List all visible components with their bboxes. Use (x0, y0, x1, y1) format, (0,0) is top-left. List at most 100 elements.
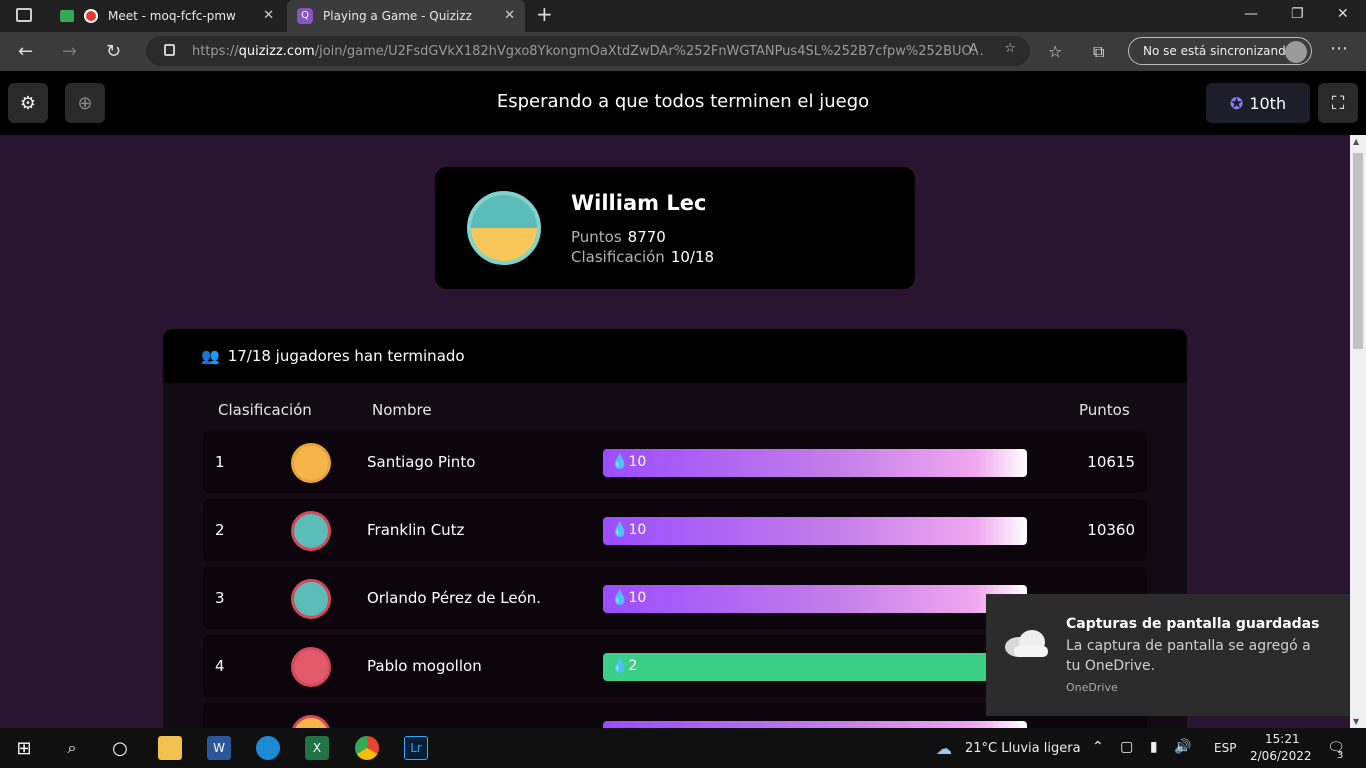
row-avatar (291, 443, 331, 483)
row-name: Franklin Cutz (367, 521, 465, 539)
column-rank: Clasificación (218, 401, 312, 419)
notifications-icon[interactable]: 🗨 (1324, 736, 1348, 760)
file-explorer-icon[interactable] (158, 736, 182, 760)
profile-avatar-icon (1285, 41, 1307, 63)
streak-bar-fill (603, 585, 1027, 613)
address-bar[interactable]: https://quizizz.com/join/game/U2FsdGVkX1… (146, 36, 1030, 66)
points-label: Puntos (571, 228, 622, 246)
edge-icon[interactable] (256, 736, 280, 760)
task-view-icon[interactable]: ○ (108, 736, 132, 760)
onedrive-cloud-icon (1005, 630, 1048, 657)
streak-bar-fill (603, 517, 1027, 545)
finished-count: 17/18 jugadores han terminado (227, 347, 465, 365)
recording-icon (84, 9, 98, 23)
minimize-button[interactable]: — (1244, 6, 1258, 22)
points-value: 8770 (627, 228, 666, 246)
row-rank: 4 (215, 657, 225, 675)
row-avatar (291, 579, 331, 619)
add-favorite-icon[interactable]: ☆ (1004, 41, 1016, 56)
notification-title: Capturas de pantalla guardadas (1066, 616, 1320, 632)
player-points: Puntos 8770 (571, 228, 666, 246)
reload-button[interactable]: ↻ (106, 41, 121, 62)
close-tab-icon[interactable]: ✕ (263, 8, 274, 23)
streak-bar: 💧10 (603, 449, 1027, 477)
tab-label: Playing a Game - Quizizz (323, 9, 472, 23)
row-name: Santiago Pinto (367, 453, 476, 471)
row-rank: 1 (215, 453, 225, 471)
menu-icon[interactable]: ⋯ (1330, 38, 1348, 59)
favorites-icon[interactable]: ☆ (1048, 42, 1062, 61)
read-aloud-icon[interactable]: A (969, 42, 978, 57)
lightroom-icon[interactable]: Lr (404, 736, 428, 760)
column-points: Puntos (1079, 401, 1130, 419)
medal-icon: ✪ (1229, 93, 1244, 113)
rank-badge: ✪ 10th (1206, 83, 1310, 123)
close-tab-icon[interactable]: ✕ (504, 8, 515, 23)
tab-meet[interactable]: Meet - moq-fcfc-pmw ✕ (50, 0, 284, 32)
row-avatar (291, 715, 331, 728)
search-icon[interactable]: ⌕ (60, 736, 84, 760)
browser-tab-bar: Meet - moq-fcfc-pmw ✕ Q Playing a Game -… (0, 0, 1366, 32)
streak-label: 💧10 (611, 590, 647, 606)
url-domain: quizizz.com (238, 43, 315, 59)
scrollbar-thumb[interactable] (1353, 153, 1363, 349)
game-header: ⚙ ⊕ Esperando a que todos terminen el ju… (0, 71, 1366, 135)
streak-bar-fill (603, 449, 1027, 477)
leaderboard-row: 2 Franklin Cutz 💧10 10360 (203, 499, 1147, 561)
windows-start-icon[interactable]: ⊞ (12, 736, 36, 760)
rank-value: 10/18 (670, 248, 715, 266)
sync-label: No se está sincronizando (1143, 44, 1294, 58)
profile-sync-button[interactable]: No se está sincronizando (1128, 37, 1312, 65)
streak-bar-fill (603, 721, 1027, 728)
language-indicator[interactable]: ESP (1214, 741, 1236, 755)
scroll-down-icon[interactable]: ▼ (1353, 717, 1359, 726)
player-name: William Lec (571, 191, 707, 215)
collections-icon[interactable]: ⧉ (1093, 42, 1104, 62)
system-tray-icons[interactable]: ⌃ ▢ ▮ 🔊 (1092, 739, 1197, 755)
row-name: Orlando Pérez de León. (367, 589, 542, 607)
rank-badge-label: 10th (1249, 93, 1287, 113)
onedrive-notification[interactable]: Capturas de pantalla guardadas La captur… (986, 594, 1350, 716)
url-prefix: https:// (192, 43, 239, 59)
clock-time[interactable]: 15:21 (1265, 732, 1300, 746)
tab-actions-icon[interactable] (16, 8, 32, 22)
player-rank: Clasificación 10/18 (571, 248, 714, 266)
quizizz-icon: Q (297, 8, 313, 24)
row-points: 10360 (1087, 521, 1135, 539)
streak-bar: 💧10 (603, 517, 1027, 545)
row-rank: 3 (215, 589, 225, 607)
leaderboard-row: 1 Santiago Pinto 💧10 10615 (203, 431, 1147, 493)
leaderboard-header: 👥 17/18 jugadores han terminado (163, 329, 1187, 383)
row-rank: 2 (215, 521, 225, 539)
meet-icon (60, 10, 74, 22)
tab-label: Meet - moq-fcfc-pmw (108, 9, 236, 23)
streak-bar (603, 721, 1027, 728)
windows-taskbar: ⊞ ⌕ ○ W X Lr ☁ 21°C Lluvia ligera ⌃ ▢ ▮ … (0, 728, 1366, 768)
notification-source: OneDrive (1066, 681, 1118, 694)
streak-bar-fill (603, 653, 1027, 681)
row-points: 10615 (1087, 453, 1135, 471)
restore-button[interactable]: ❐ (1291, 6, 1304, 22)
notification-count: 3 (1337, 750, 1344, 761)
lock-icon (164, 44, 175, 56)
scroll-up-icon[interactable]: ▲ (1353, 137, 1359, 146)
tab-quizizz[interactable]: Q Playing a Game - Quizizz ✕ (287, 0, 525, 32)
page-scrollbar[interactable]: ▲ ▼ (1350, 135, 1366, 728)
streak-label: 💧10 (611, 454, 647, 470)
url-path: /join/game/U2FsdGVkX182hVgxo8YkongmOaXtd… (314, 43, 984, 59)
close-window-button[interactable]: ✕ (1337, 6, 1349, 22)
new-tab-button[interactable]: + (536, 2, 553, 26)
back-button[interactable]: ← (18, 41, 33, 62)
column-name: Nombre (372, 401, 432, 419)
word-icon[interactable]: W (207, 736, 231, 760)
streak-label: 💧2 (611, 658, 638, 674)
fullscreen-icon: ⛶ (1331, 92, 1345, 114)
browser-toolbar: ← → ↻ https://quizizz.com/join/game/U2Fs… (0, 32, 1366, 71)
forward-button[interactable]: → (62, 41, 77, 62)
rank-label: Clasificación (571, 248, 665, 266)
weather-label[interactable]: 21°C Lluvia ligera (965, 741, 1081, 756)
excel-icon[interactable]: X (305, 736, 329, 760)
fullscreen-button[interactable]: ⛶ (1318, 83, 1358, 123)
chrome-icon[interactable] (355, 736, 379, 760)
clock-date[interactable]: 2/06/2022 (1250, 749, 1312, 763)
